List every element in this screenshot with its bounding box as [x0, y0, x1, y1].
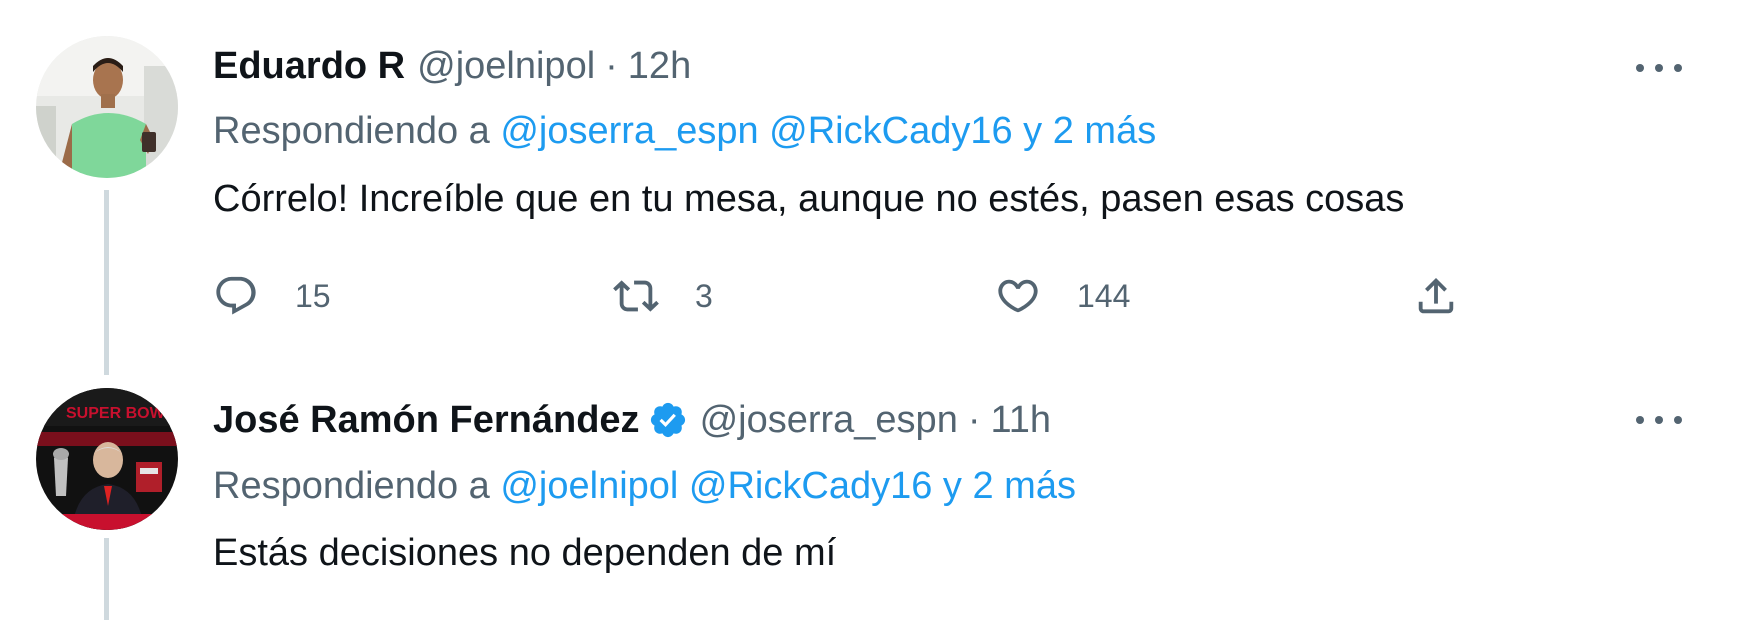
more-icon[interactable] — [1636, 58, 1682, 78]
tweet[interactable]: SUPER BOWL José Ramón Fernández @joserra… — [0, 370, 1740, 620]
replying-prefix: Respondiendo a — [213, 110, 490, 152]
more-icon[interactable] — [1636, 410, 1682, 430]
avatar[interactable] — [36, 36, 178, 178]
share-icon — [1418, 277, 1454, 314]
tweet-actions: 15 3 144 — [213, 268, 1473, 324]
tweet[interactable]: Eduardo R @joelnipol · 12h Respondiendo … — [0, 0, 1740, 370]
reply-count: 15 — [295, 277, 331, 314]
tweet-header: José Ramón Fernández @joserra_espn · 11h — [213, 390, 1051, 450]
avatar-photo — [36, 36, 178, 178]
user-handle[interactable]: @joserra_espn — [700, 399, 958, 442]
separator-dot: · — [967, 398, 981, 441]
replying-to: Respondiendo a @joelnipol @RickCady16 y … — [213, 465, 1076, 508]
verified-badge-icon — [648, 400, 688, 440]
tweet-header: Eduardo R @joelnipol · 12h — [213, 36, 691, 96]
replying-prefix: Respondiendo a — [213, 465, 490, 507]
svg-text:SUPER BOWL: SUPER BOWL — [66, 405, 175, 422]
tweet-text: Córrelo! Increíble que en tu mesa, aunqu… — [213, 178, 1405, 220]
replying-to: Respondiendo a @joserra_espn @RickCady16… — [213, 110, 1156, 153]
separator-dot: · — [605, 44, 618, 87]
like-count: 144 — [1077, 277, 1131, 314]
retweet-icon — [613, 280, 659, 312]
reply-icon — [216, 276, 256, 315]
heart-icon — [998, 279, 1038, 313]
user-handle[interactable]: @joelnipol — [417, 45, 595, 88]
timestamp[interactable]: 11h — [990, 399, 1051, 442]
display-name[interactable]: José Ramón Fernández — [213, 399, 640, 442]
reply-button[interactable]: 15 — [213, 268, 331, 324]
avatar[interactable]: SUPER BOWL — [36, 388, 178, 530]
replying-to-links[interactable]: @joserra_espn @RickCady16 y 2 más — [500, 110, 1156, 152]
timestamp[interactable]: 12h — [628, 45, 691, 88]
share-button[interactable] — [1413, 268, 1459, 324]
tweet-text: Estás decisiones no dependen de mí — [213, 532, 837, 574]
replying-to-links[interactable]: @joelnipol @RickCady16 y 2 más — [500, 465, 1076, 507]
tweet-thread: Eduardo R @joelnipol · 12h Respondiendo … — [0, 0, 1740, 620]
retweet-button[interactable]: 3 — [613, 268, 713, 324]
retweet-count: 3 — [695, 277, 713, 314]
display-name[interactable]: Eduardo R — [213, 45, 405, 88]
like-button[interactable]: 144 — [995, 268, 1130, 324]
avatar-photo: SUPER BOWL — [36, 388, 178, 530]
